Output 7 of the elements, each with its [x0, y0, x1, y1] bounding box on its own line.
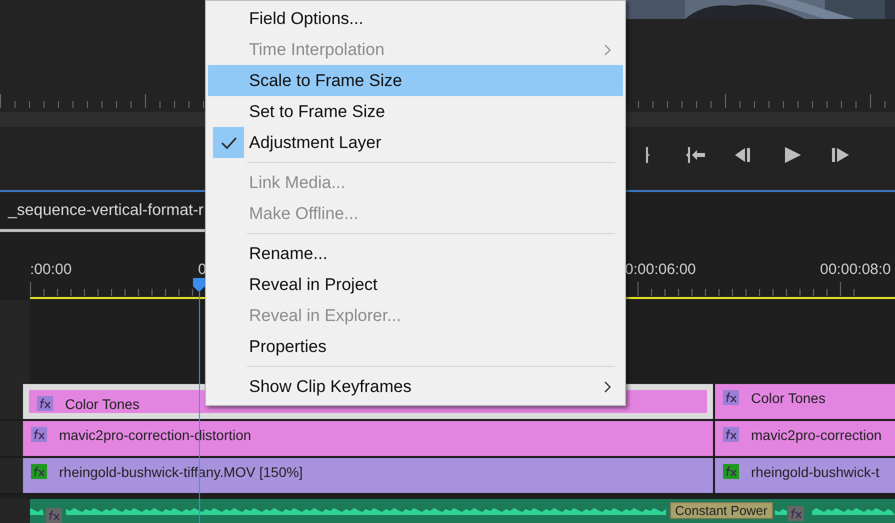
timecode-label: 00:00:08:0: [820, 260, 891, 280]
clip-name: Color Tones: [751, 390, 826, 406]
clip-name: Color Tones: [65, 396, 140, 412]
timecode-label: :00:00: [30, 260, 72, 280]
clip-name: rheingold-bushwick-t: [751, 464, 880, 480]
timecode-label: 0:00:06:00: [625, 260, 696, 280]
clip-name: mavic2pro-correction: [751, 427, 882, 443]
